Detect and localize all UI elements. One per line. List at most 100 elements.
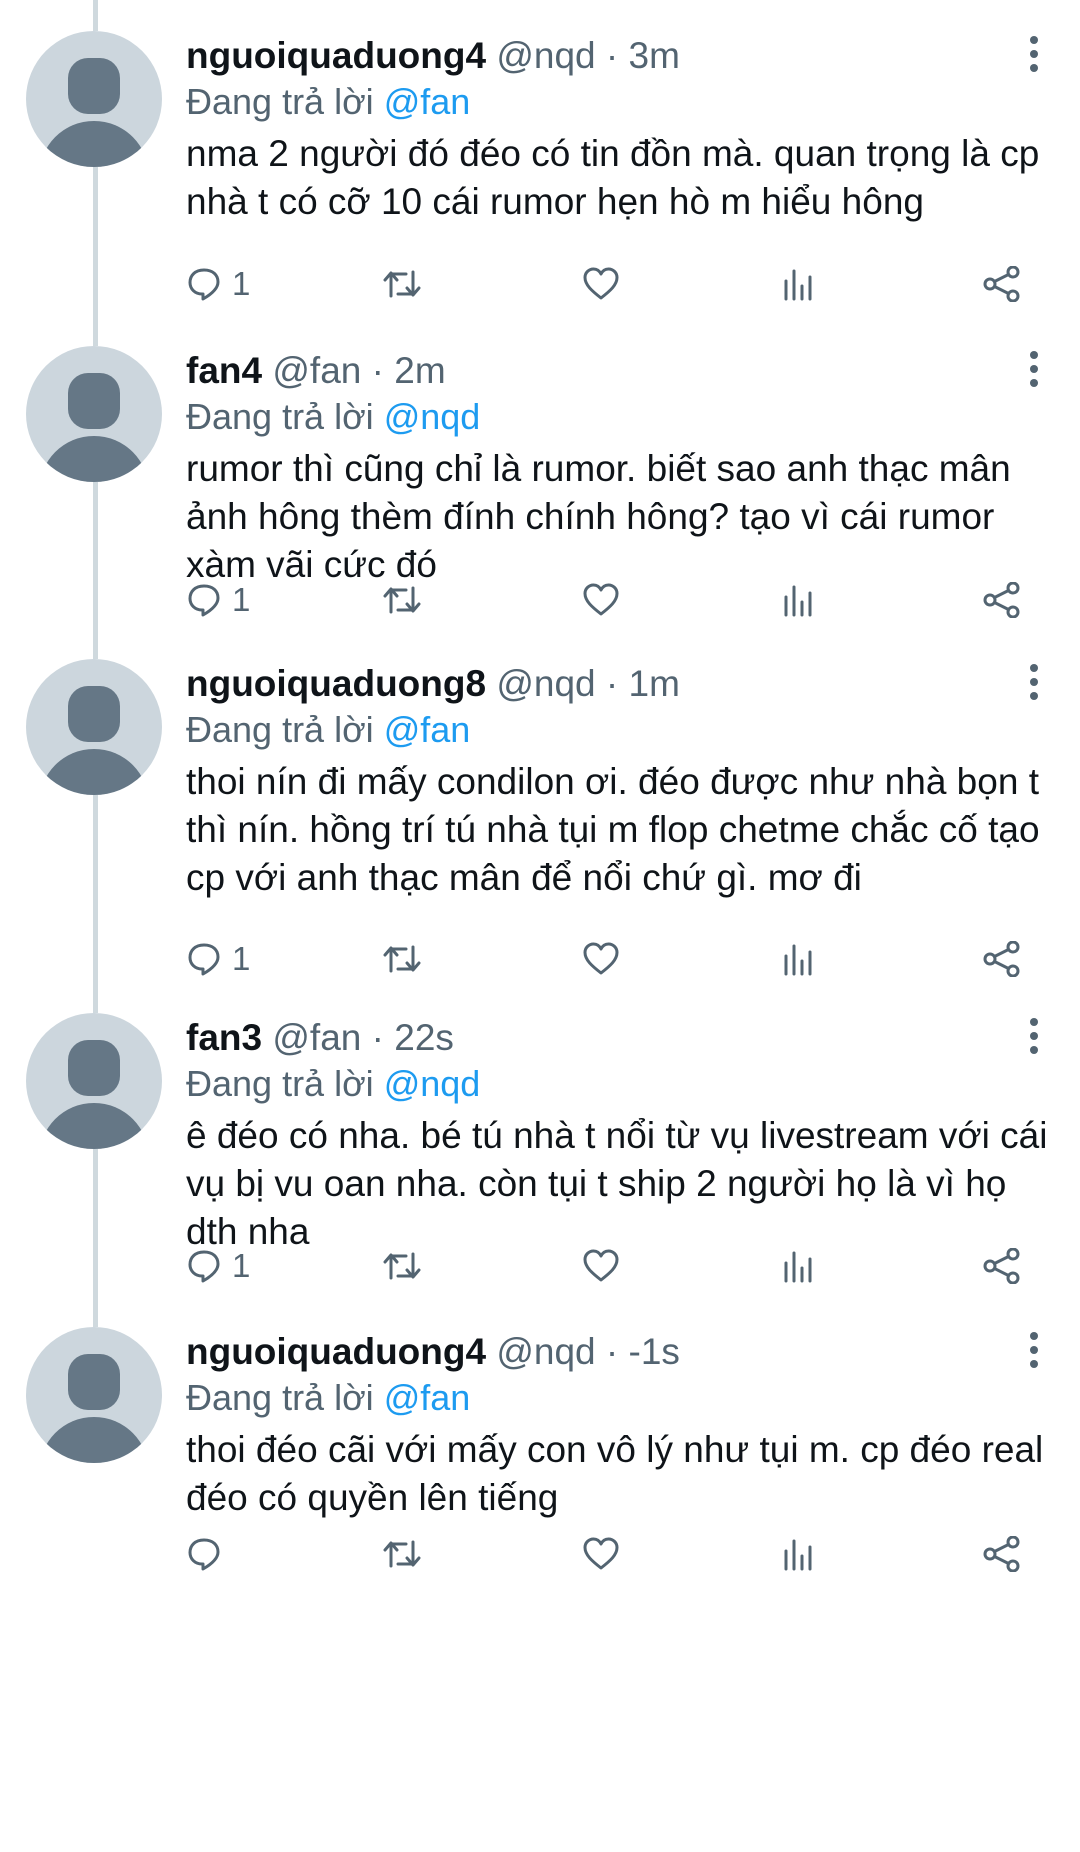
tweet-text: ê đéo có nha. bé tú nhà t nổi từ vụ live…: [186, 1115, 1048, 1252]
more-vertical-icon[interactable]: [1018, 349, 1050, 389]
retweet-button[interactable]: [382, 1529, 422, 1579]
display-name[interactable]: nguoiquaduong8: [186, 663, 486, 704]
user-handle[interactable]: @fan: [272, 350, 361, 391]
retweet-icon: [383, 945, 421, 973]
replying-to-mention[interactable]: @fan: [384, 81, 471, 122]
user-avatar[interactable]: [26, 659, 162, 795]
reply-bubble-icon: [188, 268, 220, 301]
like-button[interactable]: [582, 1529, 620, 1579]
retweet-button[interactable]: [382, 1241, 422, 1291]
timestamp[interactable]: 1m: [629, 663, 680, 704]
replying-to-mention[interactable]: @fan: [384, 709, 471, 750]
bar-chart-icon: [784, 1251, 812, 1283]
replying-to-prefix: Đang trả lời: [186, 1063, 374, 1104]
display-name[interactable]: fan3: [186, 1017, 262, 1058]
reply-thread: nguoiquaduong4 @nqd · 3m Đang trả lời @f…: [0, 0, 1080, 1852]
share-button[interactable]: [982, 575, 1022, 625]
retweet-button[interactable]: [382, 934, 422, 984]
tweet-actions: 1: [186, 934, 1046, 984]
reply-bubble-icon: [188, 1538, 220, 1571]
like-button[interactable]: [582, 575, 620, 625]
reply-button[interactable]: 1: [186, 575, 250, 625]
reply-button[interactable]: 1: [186, 1241, 250, 1291]
user-handle[interactable]: @nqd: [496, 35, 595, 76]
share-icon: [983, 582, 1020, 618]
avatar-body-shape: [39, 121, 149, 167]
thread-connector-line: [93, 0, 98, 31]
like-button[interactable]: [582, 1241, 620, 1291]
retweet-icon: [383, 1540, 421, 1568]
tweet-text: thoi đéo cãi với mấy con vô lý như tụi m…: [186, 1429, 1044, 1518]
replying-to-line: Đang trả lời @nqd: [186, 395, 480, 439]
bar-chart-icon: [784, 585, 812, 617]
more-vertical-icon[interactable]: [1018, 1016, 1050, 1056]
like-button[interactable]: [582, 934, 620, 984]
display-name[interactable]: nguoiquaduong4: [186, 35, 486, 76]
reply-button[interactable]: 1: [186, 259, 250, 309]
heart-icon: [583, 1537, 619, 1570]
display-name[interactable]: fan4: [186, 350, 262, 391]
views-button[interactable]: [782, 259, 814, 309]
tweet-actions: 1: [186, 259, 1046, 309]
more-vertical-icon[interactable]: [1018, 1330, 1050, 1370]
heart-icon: [583, 942, 619, 975]
views-button[interactable]: [782, 1529, 814, 1579]
replying-to-prefix: Đang trả lời: [186, 81, 374, 122]
avatar-head-shape: [68, 58, 120, 114]
share-button[interactable]: [982, 1241, 1022, 1291]
share-button[interactable]: [982, 934, 1022, 984]
user-handle[interactable]: @fan: [272, 1017, 361, 1058]
views-button[interactable]: [782, 575, 814, 625]
reply-bubble-icon: [188, 584, 220, 617]
replying-to-prefix: Đang trả lời: [186, 396, 374, 437]
views-button[interactable]: [782, 1241, 814, 1291]
timestamp[interactable]: 3m: [629, 35, 680, 76]
like-button[interactable]: [582, 259, 620, 309]
user-avatar[interactable]: [26, 31, 162, 167]
separator-dot: ·: [605, 1331, 619, 1372]
timestamp[interactable]: 2m: [394, 350, 445, 391]
avatar-body-shape: [39, 1417, 149, 1463]
user-avatar[interactable]: [26, 346, 162, 482]
share-button[interactable]: [982, 259, 1022, 309]
replying-to-mention[interactable]: @nqd: [384, 1063, 481, 1104]
replying-to-line: Đang trả lời @nqd: [186, 1062, 480, 1106]
share-button[interactable]: [982, 1529, 1022, 1579]
share-icon: [983, 266, 1020, 302]
avatar-body-shape: [39, 1103, 149, 1149]
more-vertical-icon[interactable]: [1018, 34, 1050, 74]
views-button[interactable]: [782, 934, 814, 984]
tweet-header: fan3 @fan · 22s: [186, 1016, 454, 1060]
heart-icon: [583, 1249, 619, 1282]
tweet-actions: 1: [186, 1241, 1046, 1291]
retweet-icon: [383, 1252, 421, 1280]
retweet-button[interactable]: [382, 575, 422, 625]
reply-bubble-icon: [188, 1250, 220, 1283]
replying-to-prefix: Đang trả lời: [186, 1377, 374, 1418]
bar-chart-icon: [784, 1539, 812, 1571]
retweet-button[interactable]: [382, 259, 422, 309]
avatar-head-shape: [68, 686, 120, 742]
tweet-text: thoi nín đi mấy condilon ơi. đéo được nh…: [186, 761, 1040, 898]
reply-button[interactable]: 1: [186, 934, 250, 984]
user-avatar[interactable]: [26, 1327, 162, 1463]
user-handle[interactable]: @nqd: [496, 1331, 595, 1372]
tweet-header: nguoiquaduong8 @nqd · 1m: [186, 662, 680, 706]
reply-button[interactable]: [186, 1529, 232, 1579]
replying-to-line: Đang trả lời @fan: [186, 708, 470, 752]
timestamp[interactable]: -1s: [629, 1331, 680, 1372]
user-handle[interactable]: @nqd: [496, 663, 595, 704]
separator-dot: ·: [371, 1017, 384, 1058]
user-avatar[interactable]: [26, 1013, 162, 1149]
heart-icon: [583, 583, 619, 616]
tweet-header: nguoiquaduong4 @nqd · 3m: [186, 34, 680, 78]
tweet-5[interactable]: nguoiquaduong4 @nqd · -1s Đang trả lời @…: [0, 1296, 1080, 1666]
replying-to-mention[interactable]: @nqd: [384, 396, 481, 437]
reply-count: 1: [232, 581, 251, 618]
tweet-3[interactable]: nguoiquaduong8 @nqd · 1m Đang trả lời @f…: [0, 628, 1080, 1013]
more-vertical-icon[interactable]: [1018, 662, 1050, 702]
tweet-text: rumor thì cũng chỉ là rumor. biết sao an…: [186, 448, 1011, 585]
replying-to-mention[interactable]: @fan: [384, 1377, 471, 1418]
timestamp[interactable]: 22s: [394, 1017, 454, 1058]
display-name[interactable]: nguoiquaduong4: [186, 1331, 486, 1372]
